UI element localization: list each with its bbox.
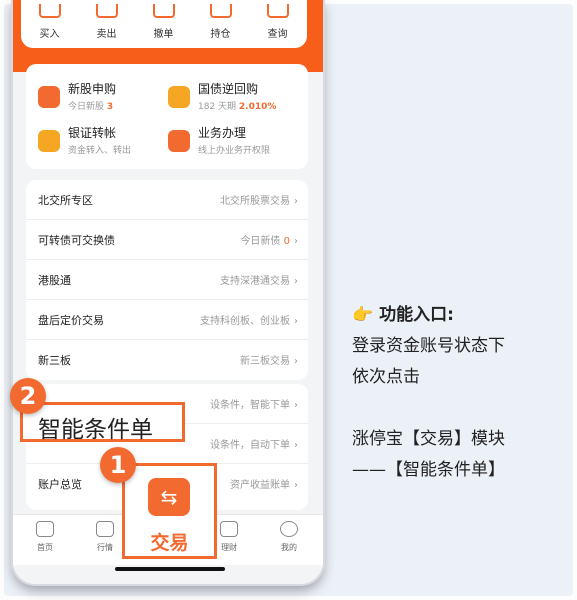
feature-sub: 线上办业务开权限 <box>198 146 271 156</box>
feature-business[interactable]: 业务办理 线上办业务开权限 <box>168 122 298 162</box>
menu-row-detail: 设条件，智能下单 › <box>210 400 298 411</box>
step-1-badge: 1 <box>100 447 136 483</box>
bond-repo-icon <box>168 86 190 108</box>
menu-row-bse[interactable]: 北交所专区 北交所股票交易 › <box>26 180 308 220</box>
menu-row-label: 新三板 <box>38 354 71 367</box>
market-icon <box>96 521 114 537</box>
profile-icon <box>280 521 298 537</box>
feature-title: 业务办理 <box>198 126 247 140</box>
instruction-text: 👉 功能入口: 登录资金账号状态下 依次点击 涨停宝【交易】模块 ——【智能条件… <box>352 300 567 486</box>
quick-actions-bar: 买入 卖出 撤单 持仓 查询 <box>21 0 307 48</box>
tab-home[interactable]: 首页 <box>25 519 65 553</box>
menu-row-after-hours[interactable]: 盘后定价交易 支持科创板、创业板 › <box>26 300 308 340</box>
smart-condition-callout[interactable]: 智能条件单 <box>20 402 185 443</box>
feature-title: 国债逆回购 <box>198 82 259 96</box>
menu-row-detail: 资产收益账单 › <box>230 480 298 491</box>
buy-button[interactable]: 买入 <box>21 0 78 40</box>
cancel-order-button[interactable]: 撤单 <box>135 0 192 40</box>
menu-row-detail: 支持深港通交易 › <box>220 276 298 287</box>
tab-trade[interactable]: ⇆ 交易 <box>122 463 217 559</box>
menu-row-label: 可转债可交换债 <box>38 234 115 247</box>
instruction-line: 涨停宝【交易】模块 <box>352 429 505 449</box>
sell-label: 卖出 <box>96 29 117 40</box>
menu-card: 北交所专区 北交所股票交易 › 可转债可交换债 今日新债 0 › 港股通 支持深港通… <box>26 180 308 380</box>
home-icon <box>36 521 54 537</box>
instruction-heading: 👉 功能入口: <box>352 305 454 325</box>
query-label: 查询 <box>267 29 288 40</box>
menu-row-detail: 支持科创板、创业板 › <box>200 316 298 327</box>
instruction-line: ——【智能条件单】 <box>352 460 505 480</box>
menu-row-label: 港股通 <box>38 274 71 287</box>
feature-card: 新股申购 今日新股 3 国债逆回购 182 天期 2.010% 银证转帐 资金转… <box>26 64 308 169</box>
sell-button[interactable]: 卖出 <box>78 0 135 40</box>
smart-condition-label: 智能条件单 <box>38 417 153 443</box>
buy-icon <box>38 4 61 18</box>
step-2-badge: 2 <box>10 378 46 414</box>
tab-label: 行情 <box>97 543 113 552</box>
menu-row-detail: 北交所股票交易 › <box>220 196 298 207</box>
home-indicator <box>115 567 225 571</box>
chevron-right-icon: › <box>294 196 298 207</box>
menu-row-detail: 设条件，自动下单 › <box>210 440 298 451</box>
holdings-button[interactable]: 持仓 <box>192 0 249 40</box>
chevron-right-icon: › <box>294 236 298 247</box>
ipo-icon <box>38 86 60 108</box>
chevron-right-icon: › <box>294 316 298 327</box>
trade-label: 交易 <box>150 532 189 554</box>
pointing-hand-icon: 👉 <box>352 305 374 325</box>
tab-profile[interactable]: 我的 <box>269 519 309 553</box>
cancel-order-label: 撤单 <box>153 29 174 40</box>
holdings-label: 持仓 <box>210 29 231 40</box>
tab-market[interactable]: 行情 <box>85 519 125 553</box>
chevron-right-icon: › <box>294 400 298 411</box>
menu-row-label: 北交所专区 <box>38 194 93 207</box>
feature-bank-transfer[interactable]: 银证转帐 资金转入、转出 <box>38 122 168 162</box>
feature-sub: 资金转入、转出 <box>68 146 132 156</box>
feature-ipo[interactable]: 新股申购 今日新股 3 <box>38 78 168 118</box>
menu-row-detail: 新三板交易 › <box>240 356 298 367</box>
menu-row-label: 账户总览 <box>38 478 82 491</box>
trade-icon: ⇆ <box>148 478 190 516</box>
chevron-right-icon: › <box>294 276 298 287</box>
feature-title: 银证转帐 <box>68 126 117 140</box>
query-icon <box>266 4 289 18</box>
instruction-line: 依次点击 <box>352 367 420 387</box>
wealth-icon <box>220 521 238 537</box>
chevron-right-icon: › <box>294 480 298 491</box>
feature-title: 新股申购 <box>68 82 117 96</box>
menu-row-hk-connect[interactable]: 港股通 支持深港通交易 › <box>26 260 308 300</box>
feature-bond-repo[interactable]: 国债逆回购 182 天期 2.010% <box>168 78 298 118</box>
menu-row-convertible[interactable]: 可转债可交换债 今日新债 0 › <box>26 220 308 260</box>
instruction-line: 登录资金账号状态下 <box>352 336 505 356</box>
tab-label: 我的 <box>281 543 297 552</box>
cancel-order-icon <box>152 4 175 18</box>
buy-label: 买入 <box>39 29 60 40</box>
feature-sub: 182 天期 2.010% <box>198 102 277 112</box>
menu-row-detail: 今日新债 0 › <box>240 236 298 247</box>
feature-sub: 今日新股 3 <box>68 102 114 112</box>
bank-transfer-icon <box>38 130 60 152</box>
query-button[interactable]: 查询 <box>249 0 306 40</box>
holdings-icon <box>209 4 232 18</box>
menu-row-label: 盘后定价交易 <box>38 314 104 327</box>
business-icon <box>168 130 190 152</box>
sell-icon <box>95 4 118 18</box>
chevron-right-icon: › <box>294 440 298 451</box>
chevron-right-icon: › <box>294 356 298 367</box>
tab-label: 首页 <box>37 543 53 552</box>
menu-row-neeq[interactable]: 新三板 新三板交易 › <box>26 340 308 379</box>
